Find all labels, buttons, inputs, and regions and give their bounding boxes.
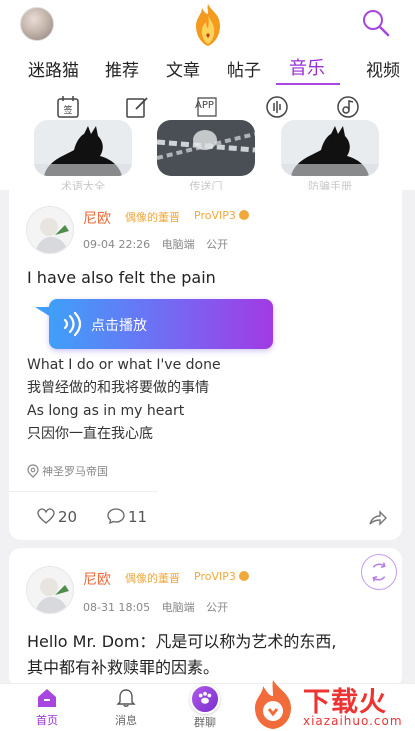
- post-card: 尼欧 偶像的董晋 ProVIP3 08-31 18:05 电脑端 公开 Hell…: [9, 548, 402, 688]
- tab-milumao[interactable]: 迷路猫: [28, 56, 79, 81]
- app-root: 迷路猫 推荐 文章 帖子 音乐 视频 签 APP 术语大全 传送门 防骗手册 尼…: [0, 0, 415, 731]
- tab-posts[interactable]: 帖子: [227, 56, 261, 81]
- fire-logo-icon: [255, 680, 291, 729]
- bell-icon: [116, 689, 136, 707]
- post-visibility: 公开: [206, 238, 229, 251]
- sound-wave-icon: [63, 311, 82, 337]
- lyric-line: 我曾经做的和我将要做的事情: [27, 380, 209, 396]
- category-tabs: 迷路猫 推荐 文章 帖子 音乐 视频: [0, 56, 415, 88]
- author-avatar[interactable]: [26, 566, 74, 614]
- author-title: 偶像的董晋: [125, 211, 180, 224]
- share-icon[interactable]: [366, 506, 388, 528]
- lyric-line: As long as in my heart: [27, 403, 185, 419]
- nav-home[interactable]: 首页: [27, 688, 67, 728]
- banner-row: 术语大全 传送门 防骗手册: [0, 120, 415, 193]
- post-text: I have also felt the pain: [27, 268, 216, 287]
- author-avatar[interactable]: [26, 206, 74, 254]
- heart-icon: [37, 508, 55, 524]
- refresh-music-icon: [372, 562, 386, 582]
- banner-cat-1[interactable]: [34, 120, 132, 176]
- active-tab-indicator: [276, 83, 340, 85]
- comment-icon: [107, 508, 125, 525]
- search-icon[interactable]: [361, 8, 391, 38]
- vip-badge: ProVIP3: [194, 570, 250, 583]
- vip-label: ProVIP3: [194, 209, 236, 222]
- music-record-icon[interactable]: [264, 94, 290, 120]
- banner-cat-2[interactable]: [281, 120, 379, 176]
- play-audio-button[interactable]: 点击播放: [49, 299, 273, 349]
- vip-label: ProVIP3: [194, 570, 236, 583]
- post-meta: 09-04 22:26 电脑端 公开: [83, 236, 236, 252]
- tab-video[interactable]: 视频: [366, 56, 400, 81]
- post-text-line: 其中都有补救赎罪的因素。: [27, 658, 220, 677]
- author-title: 偶像的董晋: [125, 572, 180, 585]
- post-device: 电脑端: [161, 238, 195, 251]
- post-location[interactable]: 神圣罗马帝国: [27, 463, 108, 479]
- post-meta: 08-31 18:05 电脑端 公开: [83, 599, 236, 615]
- author-name[interactable]: 尼欧: [83, 569, 111, 589]
- post-card: 尼欧 偶像的董晋 ProVIP3 09-04 22:26 电脑端 公开 I ha…: [9, 190, 402, 540]
- tab-music[interactable]: 音乐: [289, 54, 325, 80]
- nav-label: 群聊: [194, 716, 216, 729]
- nav-label: 首页: [36, 714, 58, 727]
- tab-recommend[interactable]: 推荐: [105, 56, 139, 81]
- post-time: 08-31 18:05: [83, 601, 151, 614]
- watermark-url: xiazaihuo.com: [303, 714, 403, 728]
- nav-messages[interactable]: 消息: [106, 688, 146, 728]
- app-icon-label: APP: [195, 100, 214, 111]
- header: 迷路猫 推荐 文章 帖子 音乐 视频 签 APP 术语大全 传送门 防骗手册: [0, 0, 415, 193]
- divider: [9, 491, 157, 492]
- location-text: 神圣罗马帝国: [42, 465, 108, 478]
- user-avatar[interactable]: [20, 7, 54, 41]
- music-float-button[interactable]: [361, 554, 397, 590]
- lyric-line: What I do or what I've done: [27, 357, 221, 373]
- svg-text:签: 签: [63, 104, 72, 116]
- like-count: 20: [58, 508, 78, 526]
- vip-crown-icon: [239, 210, 250, 220]
- play-label: 点击播放: [91, 318, 147, 334]
- edit-icon[interactable]: [124, 94, 150, 120]
- paw-icon: [190, 684, 220, 714]
- nav-group-chat[interactable]: 群聊: [185, 684, 225, 730]
- app-icon[interactable]: APP: [194, 94, 220, 120]
- app-logo-icon: [196, 4, 220, 46]
- nav-label: 消息: [115, 714, 137, 727]
- watermark-logo: 下载火 xiazaihuo.com: [245, 678, 411, 731]
- quick-icon-row: 签 APP: [0, 94, 415, 120]
- like-button[interactable]: 20: [37, 508, 77, 526]
- author-name[interactable]: 尼欧: [83, 208, 111, 228]
- post-visibility: 公开: [206, 601, 229, 614]
- tab-articles[interactable]: 文章: [166, 56, 200, 81]
- lyric-line: 只因你一直在我心底: [27, 426, 153, 442]
- post-device: 电脑端: [161, 601, 195, 614]
- comment-count: 11: [128, 508, 148, 526]
- calendar-icon[interactable]: 签: [55, 94, 81, 120]
- vip-crown-icon: [239, 571, 250, 581]
- home-icon: [38, 689, 56, 707]
- banner-chains[interactable]: [157, 120, 255, 176]
- vip-badge: ProVIP3: [194, 209, 250, 222]
- post-time: 09-04 22:26: [83, 238, 151, 251]
- comment-button[interactable]: 11: [107, 508, 147, 526]
- music-note-icon[interactable]: [335, 94, 361, 120]
- post-text-line: Hello Mr. Dom：凡是可以称为艺术的东西,: [27, 632, 337, 651]
- location-pin-icon: [27, 464, 39, 478]
